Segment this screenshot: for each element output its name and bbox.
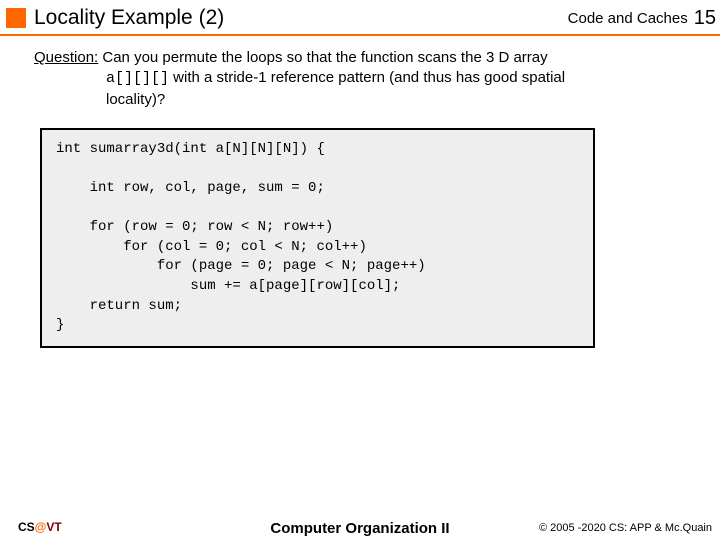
- slide-footer: CS@VT Computer Organization II © 2005 -2…: [0, 520, 720, 534]
- question-block: Question: Can you permute the loops so t…: [34, 48, 690, 110]
- accent-square-icon: [6, 8, 26, 28]
- question-line2-rest: with a stride-1 reference pattern (and t…: [169, 69, 565, 86]
- section-label: Code and Caches: [568, 10, 688, 27]
- footer-center: Computer Organization II: [270, 520, 449, 537]
- slide-number: 15: [694, 7, 716, 30]
- question-code-inline: a[][][]: [106, 70, 169, 87]
- question-line1: Can you permute the loops so that the fu…: [98, 49, 547, 66]
- footer-vt: VT: [46, 520, 61, 534]
- slide-header: Locality Example (2) Code and Caches 15: [0, 0, 720, 34]
- question-line2-wrap: a[][][] with a stride-1 reference patter…: [106, 69, 565, 86]
- footer-left: CS@VT: [18, 520, 62, 534]
- footer-right: © 2005 -2020 CS: APP & Mc.Quain: [539, 522, 712, 534]
- question-label: Question:: [34, 49, 98, 66]
- slide-content: Question: Can you permute the loops so t…: [0, 36, 720, 348]
- footer-at: @: [35, 520, 47, 534]
- question-line3: locality)?: [106, 91, 165, 108]
- slide-title: Locality Example (2): [34, 6, 568, 30]
- code-block: int sumarray3d(int a[N][N][N]) { int row…: [40, 128, 595, 348]
- footer-cs: CS: [18, 520, 35, 534]
